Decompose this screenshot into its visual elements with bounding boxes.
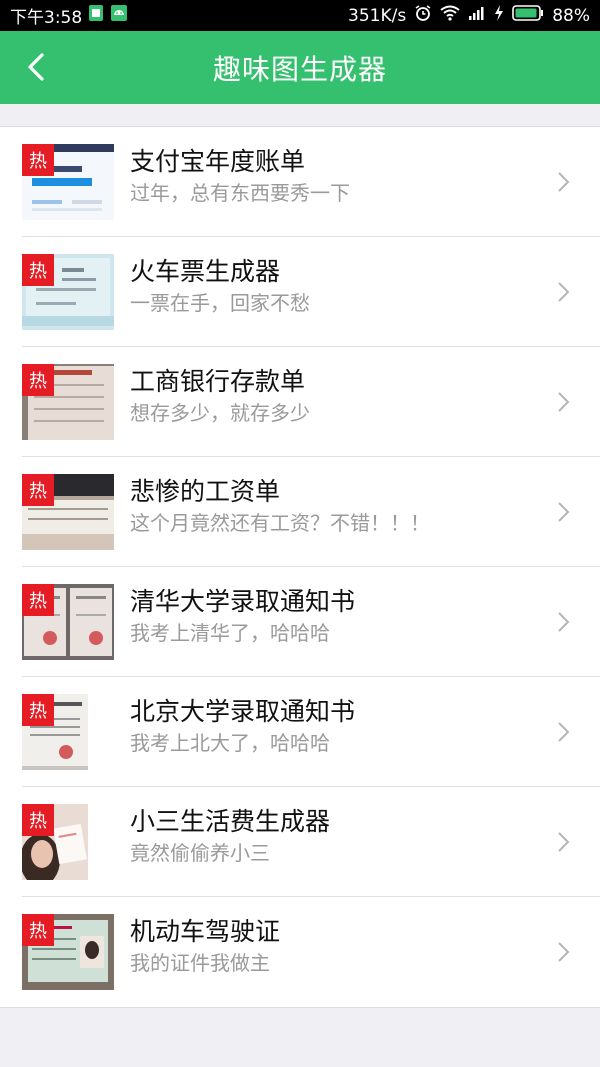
status-time: 下午3:58: [10, 8, 83, 28]
item-subtitle: 这个月竟然还有工资？不错！！！: [130, 511, 430, 535]
list-item[interactable]: 热 支付宝年度账单 过年，总有东西要秀一下: [0, 127, 600, 237]
chevron-right-icon: [558, 832, 570, 852]
chevron-right-icon: [558, 502, 570, 522]
hot-badge: 热: [22, 914, 54, 946]
chevron-right-icon: [558, 942, 570, 962]
app-bar: 趣味图生成器: [0, 31, 600, 104]
chevron-left-icon: [28, 53, 44, 81]
hot-badge: 热: [22, 144, 54, 176]
page-title: 趣味图生成器: [212, 52, 387, 86]
item-subtitle: 我的证件我做主: [130, 951, 270, 975]
item-title: 火车票生成器: [130, 257, 281, 286]
battery-icon: [512, 5, 544, 26]
item-subtitle: 想存多少，就存多少: [130, 401, 310, 425]
chevron-right-icon: [558, 392, 570, 412]
item-subtitle: 过年，总有东西要秀一下: [130, 181, 350, 205]
generator-list: 热 支付宝年度账单 过年，总有东西要秀一下 热 火车票生成器 一票在手，回家不愁…: [0, 126, 600, 1008]
item-subtitle: 我考上清华了，哈哈哈: [130, 621, 330, 645]
item-title: 工商银行存款单: [130, 367, 306, 396]
android-icon: [110, 4, 128, 27]
item-title: 清华大学录取通知书: [130, 587, 356, 616]
hot-badge: 热: [22, 584, 54, 616]
chevron-right-icon: [558, 722, 570, 742]
item-title: 支付宝年度账单: [130, 147, 306, 176]
status-bar: 下午3:58 351K/s 88%: [0, 0, 600, 31]
list-item[interactable]: 热 火车票生成器 一票在手，回家不愁: [0, 237, 600, 347]
battery-percent: 88%: [552, 5, 590, 26]
item-subtitle: 竟然偷偷养小三: [130, 841, 270, 865]
item-title: 悲惨的工资单: [130, 477, 281, 506]
chevron-right-icon: [558, 612, 570, 632]
sim-card-icon: [88, 4, 104, 27]
signal-icon: [468, 5, 486, 26]
list-item[interactable]: 热 工商银行存款单 想存多少，就存多少: [0, 347, 600, 457]
charging-icon: [494, 4, 504, 27]
wifi-icon: [440, 5, 460, 26]
chevron-right-icon: [558, 172, 570, 192]
alarm-icon: [414, 4, 432, 27]
list-item[interactable]: 热 悲惨的工资单 这个月竟然还有工资？不错！！！: [0, 457, 600, 567]
item-title: 机动车驾驶证: [130, 917, 281, 946]
item-subtitle: 一票在手，回家不愁: [130, 291, 310, 315]
list-item[interactable]: 热 机动车驾驶证 我的证件我做主: [0, 897, 600, 1007]
network-speed: 351K/s: [348, 5, 407, 26]
item-subtitle: 我考上北大了，哈哈哈: [130, 731, 330, 755]
back-button[interactable]: [20, 49, 56, 85]
item-title: 北京大学录取通知书: [130, 697, 356, 726]
hot-badge: 热: [22, 694, 54, 726]
list-item[interactable]: 热 清华大学录取通知书 我考上清华了，哈哈哈: [0, 567, 600, 677]
list-item[interactable]: 热 北京大学录取通知书 我考上北大了，哈哈哈: [0, 677, 600, 787]
hot-badge: 热: [22, 254, 54, 286]
list-item[interactable]: 热 小三生活费生成器 竟然偷偷养小三: [0, 787, 600, 897]
chevron-right-icon: [558, 282, 570, 302]
item-title: 小三生活费生成器: [130, 807, 331, 836]
hot-badge: 热: [22, 804, 54, 836]
hot-badge: 热: [22, 474, 54, 506]
hot-badge: 热: [22, 364, 54, 396]
